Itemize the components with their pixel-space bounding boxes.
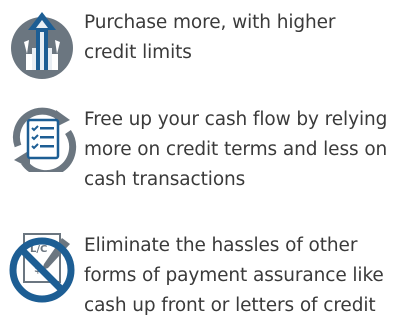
benefit-line: Free up your cash flow by relying	[84, 109, 388, 130]
benefit-line: more on credit terms and less on	[84, 139, 388, 160]
benefit-line: Eliminate the hassles of other	[84, 235, 358, 256]
benefit-line: Purchase more, with higher	[84, 12, 336, 33]
benefit-text: Free up your cash flow by relying more o…	[84, 105, 414, 195]
no-letter-of-credit-icon: L/C $	[9, 233, 75, 303]
benefit-line: credit limits	[84, 42, 192, 63]
rising-arrows-icon	[11, 12, 73, 79]
benefit-line: cash up front or letters of credit	[84, 295, 376, 316]
benefit-text: Purchase more, with higher credit limits	[84, 8, 414, 68]
benefit-text: Eliminate the hassles of other forms of …	[84, 231, 414, 321]
benefit-line: cash transactions	[84, 169, 246, 190]
checklist-cycle-icon	[12, 107, 77, 172]
benefit-line: forms of payment assurance like	[84, 265, 384, 286]
